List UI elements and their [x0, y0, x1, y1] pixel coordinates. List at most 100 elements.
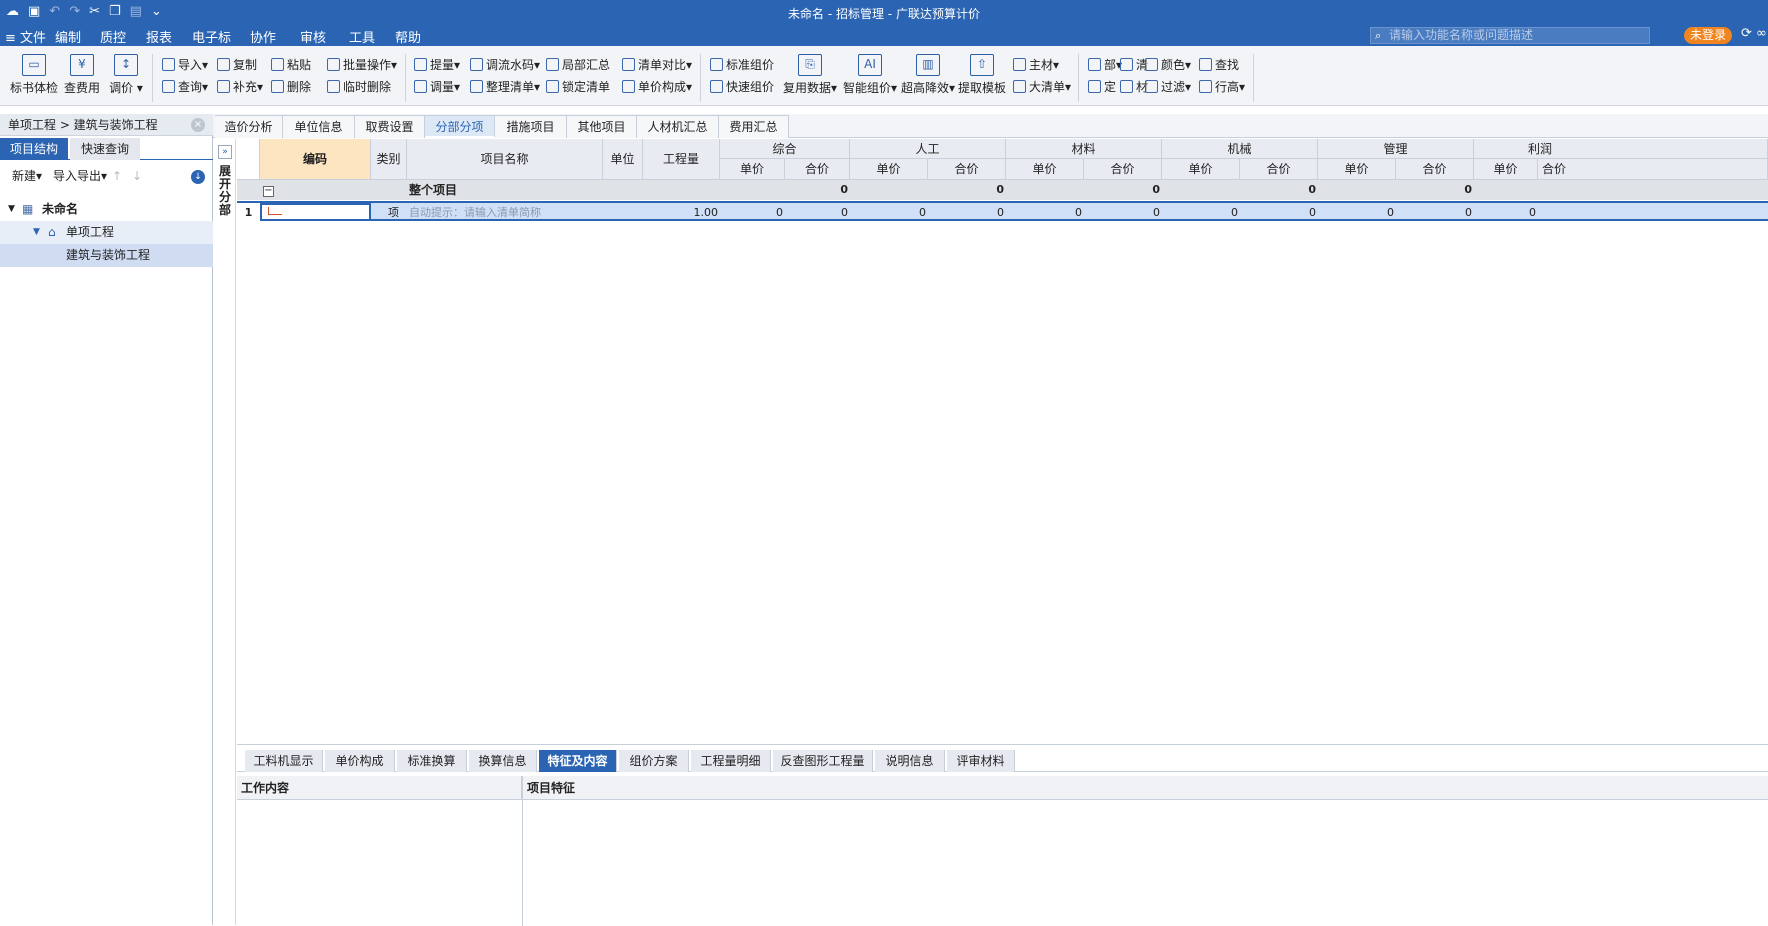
- big-list-button[interactable]: 大清单▾: [1013, 79, 1071, 95]
- tab-features-content[interactable]: 特征及内容: [539, 750, 617, 772]
- tab-labor-material-display[interactable]: 工料机显示: [245, 750, 323, 772]
- menu-quality[interactable]: 质控: [100, 27, 126, 46]
- tab-conversion-info[interactable]: 换算信息: [469, 750, 537, 772]
- supplement-button[interactable]: 补充▾: [217, 79, 263, 95]
- lift-qty-button[interactable]: 提量▾: [414, 57, 460, 73]
- sub-total[interactable]: 合价: [1396, 159, 1474, 180]
- row-height-button[interactable]: 行高▾: [1199, 79, 1245, 95]
- value-cell[interactable]: 0: [1162, 203, 1238, 223]
- value-cell[interactable]: 0: [928, 203, 1004, 223]
- sub-total[interactable]: 合价: [1084, 159, 1162, 180]
- tab-reverse-graphic-qty[interactable]: 反查图形工程量: [773, 750, 873, 772]
- double-chevron-icon[interactable]: »: [218, 145, 232, 159]
- qty-cell[interactable]: 1.00: [643, 203, 719, 223]
- sub-total[interactable]: 合价: [1240, 159, 1318, 180]
- tidy-list-button[interactable]: 整理清单▾: [470, 79, 540, 95]
- list-compare-button[interactable]: 清单对比▾: [622, 57, 692, 73]
- tree-single-project[interactable]: ▼ ⌂ 单项工程: [0, 221, 213, 244]
- tab-qty-detail[interactable]: 工程量明细: [691, 750, 771, 772]
- sub-unit-price[interactable]: 单价: [720, 159, 785, 180]
- value-cell[interactable]: 0: [1084, 203, 1160, 223]
- tab-cost-analysis[interactable]: 造价分析: [215, 115, 283, 138]
- expand-section-label[interactable]: 展开分部: [219, 165, 231, 217]
- tab-description[interactable]: 说明信息: [875, 750, 945, 772]
- collapse-box[interactable]: −: [260, 180, 371, 200]
- value-cell[interactable]: 0: [720, 203, 783, 223]
- sub-unit-price[interactable]: 单价: [1318, 159, 1396, 180]
- color-button[interactable]: 颜色▾: [1145, 57, 1191, 73]
- tab-quick-query[interactable]: 快速查询: [70, 138, 140, 160]
- download-icon[interactable]: ↓: [191, 170, 205, 184]
- reuse-data-button[interactable]: ⎘ 复用数据▾: [780, 54, 840, 96]
- col-unit[interactable]: 单位: [603, 139, 643, 180]
- value-cell[interactable]: 0: [1240, 203, 1316, 223]
- adjust-qty-button[interactable]: 调量▾: [414, 79, 460, 95]
- menu-help[interactable]: 帮助: [395, 27, 421, 46]
- menu-report[interactable]: 报表: [146, 27, 172, 46]
- minus-icon[interactable]: −: [263, 186, 274, 197]
- find-button[interactable]: 查找: [1199, 57, 1239, 73]
- std-price-button[interactable]: 标准组价: [710, 57, 774, 73]
- sub-unit-price[interactable]: 单价: [850, 159, 928, 180]
- tab-fee-settings[interactable]: 取费设置: [355, 115, 425, 138]
- type-cell[interactable]: 项: [371, 203, 407, 223]
- extract-template-button[interactable]: ⇧ 提取模板: [952, 54, 1012, 96]
- close-icon[interactable]: ×: [191, 118, 205, 132]
- tab-other-items[interactable]: 其他项目: [567, 115, 637, 138]
- query-button[interactable]: 查询▾: [162, 79, 208, 95]
- tab-std-conversion[interactable]: 标准换算: [397, 750, 467, 772]
- menu-collab[interactable]: 协作: [250, 27, 276, 46]
- quick-price-button[interactable]: 快速组价: [710, 79, 774, 95]
- tab-review-material[interactable]: 评审材料: [947, 750, 1015, 772]
- sub-unit-price[interactable]: 单价: [1006, 159, 1084, 180]
- value-cell[interactable]: 0: [1396, 203, 1472, 223]
- col-qty[interactable]: 工程量: [643, 139, 720, 180]
- unit-comp-button[interactable]: 单价构成▾: [622, 79, 692, 95]
- menu-file[interactable]: ≡ 文件: [5, 27, 46, 46]
- value-cell[interactable]: 0: [1318, 203, 1394, 223]
- import-button[interactable]: 导入▾: [162, 57, 208, 73]
- lock-list-button[interactable]: 锁定清单: [546, 79, 610, 95]
- value-cell[interactable]: 0: [1474, 203, 1536, 223]
- menu-audit[interactable]: 审核: [300, 27, 326, 46]
- menu-edit[interactable]: 编制: [55, 27, 82, 48]
- move-down-icon[interactable]: ↓: [132, 164, 142, 188]
- menu-e-bid[interactable]: 电子标: [192, 27, 231, 46]
- move-up-icon[interactable]: ↑: [112, 164, 122, 188]
- value-cell[interactable]: 0: [850, 203, 926, 223]
- tab-unit-info[interactable]: 单位信息: [283, 115, 355, 138]
- link-icon[interactable]: ∞: [1756, 26, 1767, 41]
- tab-project-structure[interactable]: 项目结构: [0, 138, 68, 160]
- qing-button[interactable]: 清: [1120, 57, 1148, 73]
- main-material-button[interactable]: 主材▾: [1013, 57, 1059, 73]
- tab-items[interactable]: 分部分项: [425, 115, 495, 138]
- adjust-price-button[interactable]: ↕ 调价 ▾: [96, 54, 156, 96]
- sub-total[interactable]: 合价: [1538, 159, 1768, 180]
- ding-button[interactable]: 定: [1088, 79, 1116, 95]
- login-button[interactable]: 未登录: [1684, 27, 1732, 44]
- col-name[interactable]: 项目名称: [407, 139, 603, 180]
- bu-button[interactable]: 部▾: [1088, 57, 1122, 73]
- tree-root[interactable]: ▼ ▦ 未命名: [0, 198, 213, 221]
- tab-pricing-plan[interactable]: 组价方案: [619, 750, 689, 772]
- filter-button[interactable]: 过滤▾: [1145, 79, 1191, 95]
- tab-labor-material[interactable]: 人材机汇总: [637, 115, 719, 138]
- col-type[interactable]: 类别: [371, 139, 407, 180]
- value-cell[interactable]: 0: [1006, 203, 1082, 223]
- refresh-icon[interactable]: ⟳: [1741, 26, 1752, 41]
- smart-price-button[interactable]: AI 智能组价▾: [840, 54, 900, 96]
- collapse-icon[interactable]: ▼: [8, 198, 15, 221]
- new-button[interactable]: 新建▾: [12, 164, 42, 188]
- summary-row[interactable]: − 整个项目 0 0 0 0 0: [237, 180, 1768, 200]
- paste-button[interactable]: 粘贴: [271, 57, 311, 73]
- sub-unit-price[interactable]: 单价: [1474, 159, 1538, 180]
- sub-unit-price[interactable]: 单价: [1162, 159, 1240, 180]
- table-row[interactable]: 1 项 自动提示：请输入清单简称 1.00 0 0 0 0 0 0 0 0 0 …: [237, 201, 1768, 223]
- sub-total[interactable]: 合价: [928, 159, 1006, 180]
- tab-measures[interactable]: 措施项目: [495, 115, 567, 138]
- code-input[interactable]: [260, 203, 371, 221]
- temp-delete-button[interactable]: 临时删除: [327, 79, 391, 95]
- col-code[interactable]: 编码: [260, 139, 371, 180]
- height-reduce-button[interactable]: ▥ 超高降效▾: [898, 54, 958, 96]
- sub-total[interactable]: 合价: [785, 159, 850, 180]
